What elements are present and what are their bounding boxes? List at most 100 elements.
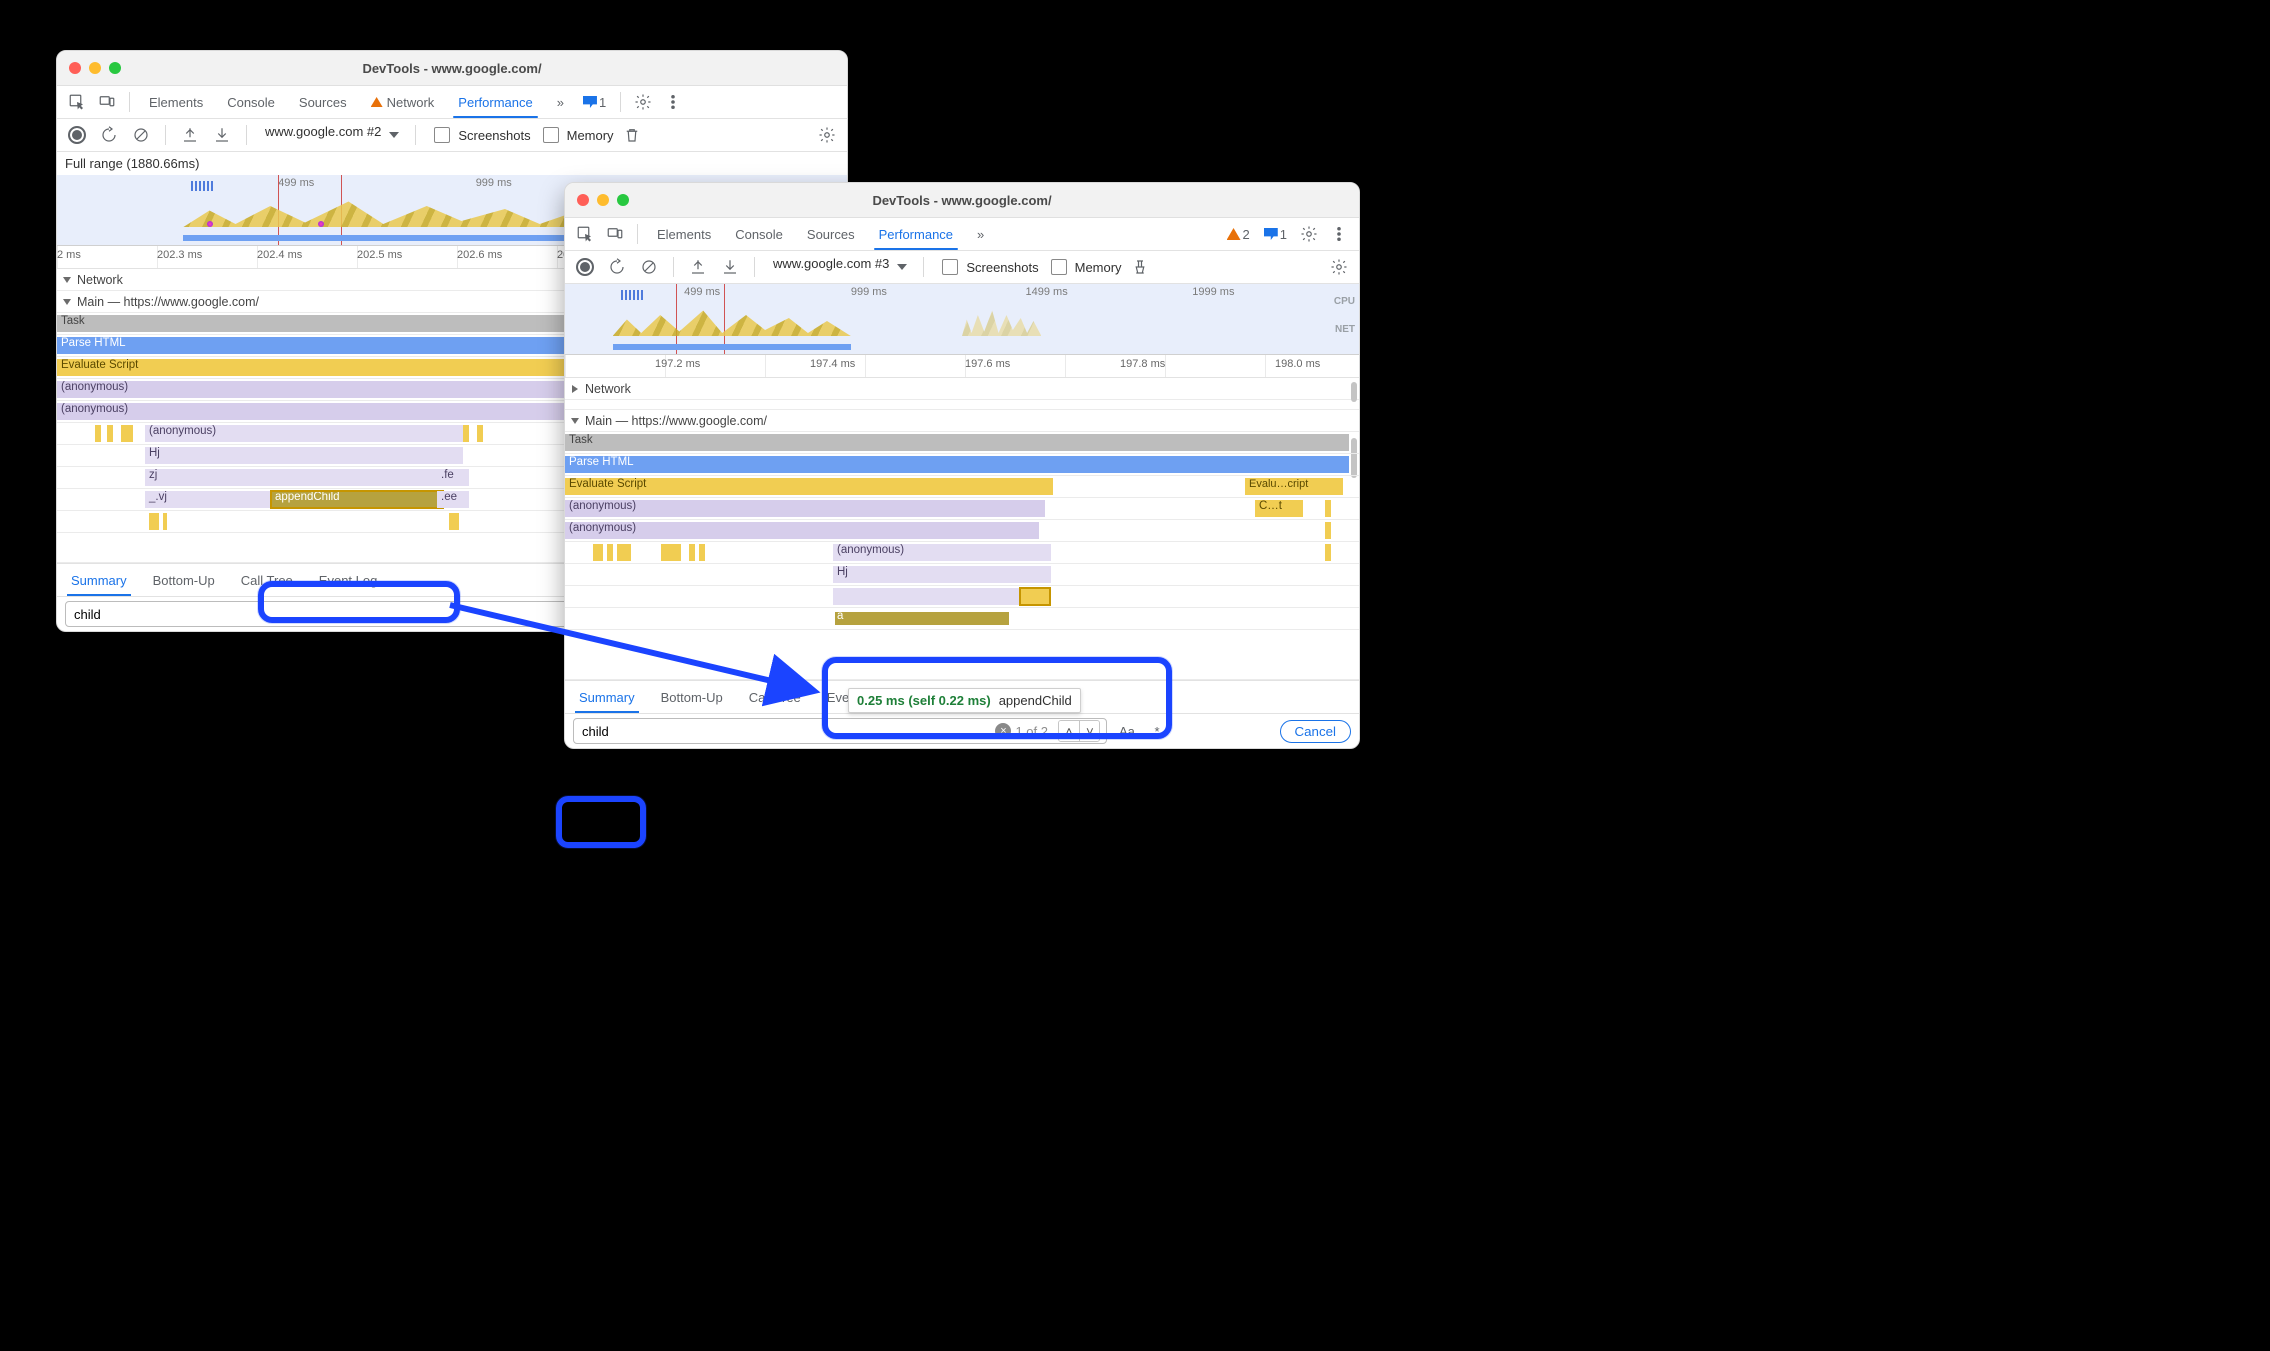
collect-garbage-icon[interactable] <box>1126 253 1154 281</box>
search-input-wrapper: × 1 of 2 ˄ ˅ <box>573 718 1107 744</box>
network-track-header[interactable]: Network <box>565 378 1359 400</box>
more-tabs-button[interactable]: » <box>546 86 575 118</box>
hj-bar[interactable]: Hj <box>833 566 1051 583</box>
zoom-window-button[interactable] <box>109 62 121 74</box>
save-profile-icon[interactable] <box>208 121 236 149</box>
clear-button[interactable] <box>635 253 663 281</box>
tab-event-log[interactable]: Event Log <box>307 564 390 596</box>
search-input[interactable] <box>580 723 991 740</box>
screenshots-checkbox[interactable]: Screenshots <box>434 127 530 143</box>
fe-bar[interactable]: .fe <box>437 469 469 486</box>
recording-select[interactable]: www.google.com #2 <box>257 124 405 146</box>
capture-settings-icon[interactable] <box>813 121 841 149</box>
tab-performance[interactable]: Performance <box>868 218 964 250</box>
warnings-chip[interactable]: 2 <box>1221 226 1256 243</box>
parse-html-bar[interactable]: Parse HTML <box>565 456 1349 473</box>
clear-search-icon[interactable]: × <box>995 723 1011 739</box>
messages-chip[interactable]: 1 <box>577 94 612 111</box>
tab-bottom-up[interactable]: Bottom-Up <box>649 681 735 713</box>
tab-summary[interactable]: Summary <box>567 681 647 713</box>
zoom-window-button[interactable] <box>617 194 629 206</box>
tab-elements[interactable]: Elements <box>646 218 722 250</box>
tab-console[interactable]: Console <box>216 86 286 118</box>
tab-call-tree[interactable]: Call Tree <box>229 564 305 596</box>
hj-bar[interactable]: Hj <box>145 447 463 464</box>
ruler-tick: 197.2 ms <box>655 358 700 370</box>
load-profile-icon[interactable] <box>176 121 204 149</box>
anon-bar[interactable]: (anonymous) <box>565 522 1039 539</box>
appendchild-bar[interactable]: appendChild <box>271 491 443 508</box>
scrollbar-thumb[interactable] <box>1351 382 1357 402</box>
evaluate-script-bar-short[interactable]: Evalu…cript <box>1245 478 1343 495</box>
kebab-menu-icon[interactable] <box>1325 220 1353 248</box>
screenshots-label: Screenshots <box>966 260 1038 275</box>
minimize-window-button[interactable] <box>89 62 101 74</box>
memory-checkbox[interactable]: Memory <box>1051 259 1122 275</box>
result-stepper: ˄ ˅ <box>1058 720 1100 742</box>
settings-icon[interactable] <box>1295 220 1323 248</box>
ee-bar[interactable]: .ee <box>437 491 469 508</box>
zj-bar[interactable]: zj <box>145 469 443 486</box>
flame-tooltip: 0.25 ms (self 0.22 ms)appendChild <box>848 688 1081 713</box>
appendchild-bar[interactable]: a <box>833 610 1011 627</box>
checkbox-icon <box>1051 259 1067 275</box>
device-toolbar-icon[interactable] <box>601 220 629 248</box>
ct-bar[interactable]: C…t <box>1255 500 1303 517</box>
prev-result-button[interactable]: ˄ <box>1059 721 1079 741</box>
screenshots-checkbox[interactable]: Screenshots <box>942 259 1038 275</box>
clear-button[interactable] <box>127 121 155 149</box>
tab-network[interactable]: Network <box>360 86 446 118</box>
inspect-element-icon[interactable] <box>571 220 599 248</box>
tooltip-timing: 0.25 ms (self 0.22 ms) <box>857 693 991 708</box>
minimize-window-button[interactable] <box>597 194 609 206</box>
main-track-header[interactable]: Main — https://www.google.com/ <box>565 410 1359 432</box>
next-result-button[interactable]: ˅ <box>1079 721 1099 741</box>
screenshots-label: Screenshots <box>458 128 530 143</box>
reload-record-button[interactable] <box>603 253 631 281</box>
recording-select-label: www.google.com #2 <box>257 124 405 146</box>
range-label: Full range (1880.66ms) <box>57 152 847 175</box>
tab-console[interactable]: Console <box>724 218 794 250</box>
reload-record-button[interactable] <box>95 121 123 149</box>
window-title: DevTools - www.google.com/ <box>565 193 1359 208</box>
tab-call-tree[interactable]: Call Tree <box>737 681 813 713</box>
devtools-tabstrip: Elements Console Sources Performance » 2… <box>565 218 1359 251</box>
settings-icon[interactable] <box>629 88 657 116</box>
more-tabs-button[interactable]: » <box>966 218 995 250</box>
close-window-button[interactable] <box>69 62 81 74</box>
tab-summary[interactable]: Summary <box>59 564 139 596</box>
anon-bar[interactable]: (anonymous) <box>565 500 1045 517</box>
tab-performance[interactable]: Performance <box>447 86 543 118</box>
anon-bar[interactable]: (anonymous) <box>145 425 463 442</box>
anon-bar[interactable]: (anonymous) <box>833 544 1051 561</box>
zj-bar[interactable] <box>833 588 1026 605</box>
tab-elements[interactable]: Elements <box>138 86 214 118</box>
timeline-overview[interactable]: 499 ms 999 ms 1499 ms 1999 ms CPU NET <box>565 284 1359 355</box>
time-ruler[interactable]: 197.2 ms 197.4 ms 197.6 ms 197.8 ms 198.… <box>565 355 1359 378</box>
recording-select[interactable]: www.google.com #3 <box>765 256 913 278</box>
memory-checkbox[interactable]: Memory <box>543 127 614 143</box>
kebab-menu-icon[interactable] <box>659 88 687 116</box>
task-bar[interactable]: Task <box>565 434 1349 451</box>
capture-settings-icon[interactable] <box>1325 253 1353 281</box>
record-button[interactable] <box>63 121 91 149</box>
evaluate-script-bar[interactable]: Evaluate Script <box>565 478 1053 495</box>
vj-bar[interactable]: _.vj <box>145 491 273 508</box>
messages-chip[interactable]: 1 <box>1258 226 1293 243</box>
load-profile-icon[interactable] <box>684 253 712 281</box>
record-button[interactable] <box>571 253 599 281</box>
cancel-search-button[interactable]: Cancel <box>1280 720 1352 743</box>
close-window-button[interactable] <box>577 194 589 206</box>
inspect-element-icon[interactable] <box>63 88 91 116</box>
case-sensitive-toggle[interactable]: Aa <box>1115 724 1139 739</box>
overview-tick: 499 ms <box>278 177 314 189</box>
delete-profile-icon[interactable] <box>618 121 646 149</box>
device-toolbar-icon[interactable] <box>93 88 121 116</box>
match-marker[interactable] <box>1020 588 1050 605</box>
tab-sources[interactable]: Sources <box>288 86 358 118</box>
tab-bottom-up[interactable]: Bottom-Up <box>141 564 227 596</box>
save-profile-icon[interactable] <box>716 253 744 281</box>
tab-sources[interactable]: Sources <box>796 218 866 250</box>
regex-toggle[interactable]: .* <box>1147 724 1164 739</box>
flame-chart[interactable]: Network Main — https://www.google.com/ T… <box>565 378 1359 680</box>
